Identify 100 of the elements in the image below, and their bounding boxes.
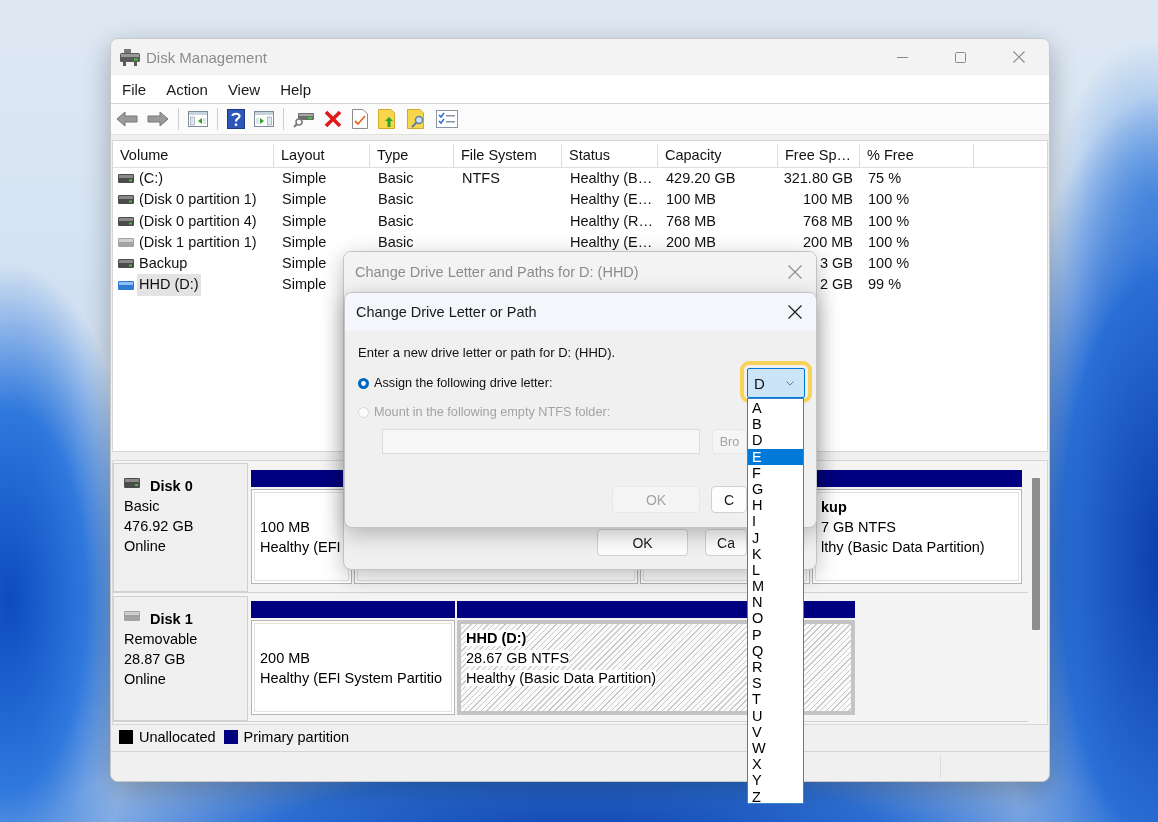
table-cell-text: Simple [281,190,328,210]
table-cell-text: Backup [138,254,189,274]
dropdown-option[interactable]: F [748,464,803,481]
prompt-text: Enter a new drive letter or path for D: (HHD). [358,345,617,361]
table-cell: 100 MB [803,191,853,208]
maximize-icon[interactable] [954,51,966,63]
partition-detail: 28.67 GB NTFS [466,650,570,666]
dropdown-option[interactable]: H [748,497,803,514]
drive-letter-combo[interactable]: D [747,368,805,398]
dropdown-option[interactable]: X [748,756,803,773]
dropdown-option[interactable]: L [748,561,803,579]
table-cell-text: Healthy (B… [569,169,654,188]
table-cell-text: 100 MB [665,190,717,210]
dialog-button[interactable]: OK [597,529,688,556]
chevron-down-icon [786,380,794,386]
table-cell-text: Healthy (E… [569,232,654,252]
delete-icon[interactable] [324,110,342,128]
drive-icon [120,48,140,66]
dropdown-option[interactable]: D [748,432,803,449]
table-cell-text: Simple [281,232,328,252]
dropdown-option[interactable]: A [748,400,803,417]
dropdown-option[interactable]: Q [748,642,803,659]
drive-icon [118,259,134,269]
table-cell-text: (C:) [138,169,165,188]
partition-box[interactable]: 200 MB Healthy (EFI System Partitio [251,620,455,715]
column-header[interactable]: Type [370,144,454,168]
menu-item[interactable]: File [112,77,157,101]
column-header[interactable]: % Free [860,144,974,168]
dropdown-option[interactable]: M [748,578,803,595]
drive-icon [118,238,134,248]
dialog-button[interactable]: Ca [705,529,747,556]
dropdown-option[interactable]: P [748,626,803,643]
partition-detail: 7 GB NTFS [821,519,896,535]
disk-status: Online [124,671,166,687]
drive-icon [118,216,134,226]
table-cell-text: Basic [377,190,415,210]
partition-detail: Healthy (EFI System Partitio [260,670,443,686]
dropdown-option[interactable]: J [748,529,803,546]
document-check-icon[interactable] [351,109,369,129]
window-pane-icon[interactable] [254,110,274,128]
table-cell-text: 99 % [867,275,903,295]
checklist-icon[interactable] [436,110,458,128]
table-cell: 3 GB [819,255,853,272]
drive-icon[interactable] [293,110,315,128]
dropdown-option[interactable]: N [748,594,803,611]
partition-box[interactable]: 100 MB Healthy (EFI [251,489,352,584]
window-title: Disk Management [146,48,267,66]
dropdown-option[interactable]: G [748,480,803,498]
minimize-icon[interactable] [896,56,908,58]
table-cell-text: Healthy (R… [569,211,654,231]
close-icon[interactable] [788,305,802,319]
table-cell-text: 429.20 GB [665,169,737,188]
column-header[interactable]: Volume [113,144,274,168]
arrow-right-icon[interactable] [147,110,169,128]
partition-box[interactable]: kup 7 GB NTFS lthy (Basic Data Partition) [812,489,1022,584]
disk-name: Disk 1 [150,611,193,627]
dropdown-option[interactable]: Z [748,788,803,805]
dropdown-option[interactable]: R [748,659,803,676]
menu-item[interactable]: View [217,77,271,101]
legend-label: Unallocated [139,729,216,745]
folder-arrow-up-icon[interactable] [378,109,398,129]
help-icon[interactable] [227,109,245,129]
legend-label: Primary partition [243,729,350,745]
disk-name: Disk 0 [150,478,193,494]
dropdown-option[interactable]: S [748,675,803,692]
menu-item[interactable]: Action [156,77,218,101]
dropdown-option[interactable]: I [748,513,803,530]
table-cell-text: Healthy (E… [569,190,654,210]
disk-size: 28.87 GB [124,651,186,667]
dialog-title: Change Drive Letter and Paths for D: (HHD) [355,264,639,280]
table-cell-text: 100 % [867,232,911,252]
drive-icon [124,611,140,621]
radio-option[interactable]: Assign the following drive letter: [358,376,553,390]
dropdown-option[interactable]: Y [748,772,803,789]
menu-item[interactable]: Help [270,77,321,101]
dropdown-option[interactable]: V [748,723,803,740]
table-cell-text: Simple [281,169,328,188]
arrow-left-icon[interactable] [116,110,138,128]
dropdown-option[interactable]: B [748,416,803,433]
table-cell-text: 200 MB [665,232,717,252]
dropdown-option[interactable]: E [748,448,803,465]
drive-icon [118,195,134,205]
table-cell: HHD (D:) [137,274,201,296]
column-header[interactable]: Capacity [658,144,778,168]
drive-icon [124,478,140,488]
dialog-button[interactable]: C [711,486,747,513]
window-pane-icon[interactable] [188,110,208,128]
dropdown-option[interactable]: W [748,739,803,757]
folder-search-icon[interactable] [407,109,427,129]
dropdown-option[interactable]: T [748,691,803,708]
column-header[interactable]: Status [562,144,658,168]
partition-detail: Healthy (EFI [260,539,341,555]
partition-label: kup [821,499,847,515]
column-header[interactable]: File System [454,144,562,168]
column-header[interactable]: Layout [274,144,370,168]
column-header[interactable]: Free Sp… [778,144,860,168]
scrollbar-thumb[interactable] [1032,478,1040,630]
table-cell: 321.80 GB [783,170,853,186]
dropdown-option[interactable]: K [748,545,803,562]
partition-detail: lthy (Basic Data Partition) [821,539,985,555]
